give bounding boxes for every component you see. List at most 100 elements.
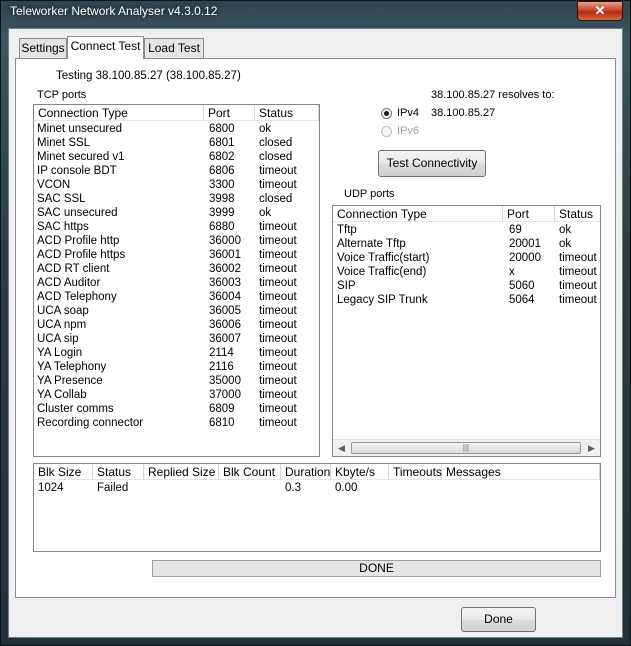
udp-cell-connection-type: Voice Traffic(start) <box>337 252 430 264</box>
tcp-row[interactable]: ACD Profile https 36001 timeout <box>34 248 319 262</box>
tcp-row[interactable]: YA Presence 35000 timeout <box>34 374 319 388</box>
results-header-messages[interactable]: Messages <box>442 464 600 480</box>
testing-label: Testing 38.100.85.27 (38.100.85.27) <box>56 70 241 82</box>
tcp-row[interactable]: YA Login 2114 timeout <box>34 346 319 360</box>
tcp-cell-port: 6809 <box>209 403 235 415</box>
udp-horizontal-scrollbar[interactable]: ◀ ||| ▶ <box>333 439 600 456</box>
udp-header-port[interactable]: Port <box>503 206 555 222</box>
tcp-cell-port: 37000 <box>209 389 241 401</box>
tcp-row[interactable]: ACD RT client 36002 timeout <box>34 262 319 276</box>
tcp-cell-connection-type: YA Login <box>37 347 83 359</box>
udp-row[interactable]: SIP 5060 timeout <box>333 279 600 293</box>
window-title: Teleworker Network Analyser v4.3.0.12 <box>10 4 218 18</box>
ipv4-radio[interactable] <box>381 108 392 119</box>
tcp-cell-connection-type: IP console BDT <box>37 165 117 177</box>
results-header-kbyte-s[interactable]: Kbyte/s <box>331 464 389 480</box>
tcp-row[interactable]: Minet unsecured 6800 ok <box>34 122 319 136</box>
tcp-cell-status: ok <box>259 123 272 135</box>
udp-row[interactable]: Voice Traffic(start) 20000 timeout <box>333 251 600 265</box>
tcp-cell-status: timeout <box>259 165 297 177</box>
tcp-cell-connection-type: SAC https <box>37 221 89 233</box>
tcp-cell-connection-type: YA Presence <box>37 375 103 387</box>
tcp-cell-status: timeout <box>259 305 297 317</box>
tcp-row[interactable]: SAC SSL 3998 closed <box>34 192 319 206</box>
tcp-row[interactable]: SAC unsecured 3999 ok <box>34 206 319 220</box>
tcp-cell-port: 3998 <box>209 193 235 205</box>
tcp-header-connection-type[interactable]: Connection Type <box>34 105 204 121</box>
tcp-ports-list[interactable]: Connection Type Port Status Minet unsecu… <box>33 104 320 457</box>
close-button[interactable]: ✕ <box>577 1 623 21</box>
tcp-cell-port: 3999 <box>209 207 235 219</box>
tcp-cell-status: timeout <box>259 361 297 373</box>
results-header-blk-size[interactable]: Blk Size <box>34 464 93 480</box>
udp-row[interactable]: Alternate Tftp 20001 ok <box>333 237 600 251</box>
scroll-right-icon[interactable]: ▶ <box>583 440 600 456</box>
tcp-header-status[interactable]: Status <box>255 105 319 121</box>
udp-header-status[interactable]: Status <box>555 206 600 222</box>
tcp-row[interactable]: Minet secured v1 6802 closed <box>34 150 319 164</box>
tcp-cell-connection-type: Minet unsecured <box>37 123 123 135</box>
udp-row[interactable]: Tftp 69 ok <box>333 223 600 237</box>
results-header-status[interactable]: Status <box>93 464 144 480</box>
tcp-row[interactable]: IP console BDT 6806 timeout <box>34 164 319 178</box>
udp-cell-status: ok <box>559 224 572 236</box>
results-cell-duration: 0.3 <box>285 482 301 494</box>
tcp-row[interactable]: YA Collab 37000 timeout <box>34 388 319 402</box>
tcp-cell-connection-type: SAC SSL <box>37 193 86 205</box>
results-header-timeouts[interactable]: Timeouts <box>389 464 442 480</box>
tcp-row[interactable]: ACD Telephony 36004 timeout <box>34 290 319 304</box>
tab-connect-test[interactable]: Connect Test <box>67 36 144 59</box>
tcp-cell-port: 35000 <box>209 375 241 387</box>
tcp-cell-port: 36003 <box>209 277 241 289</box>
tab-load-test[interactable]: Load Test <box>144 38 204 58</box>
scroll-thumb[interactable]: ||| <box>351 442 581 454</box>
ipv4-address: 38.100.85.27 <box>431 107 496 119</box>
tcp-cell-connection-type: YA Collab <box>37 389 87 401</box>
tcp-row[interactable]: YA Telephony 2116 timeout <box>34 360 319 374</box>
tcp-row[interactable]: UCA npm 36006 timeout <box>34 318 319 332</box>
done-button[interactable]: Done <box>461 607 536 632</box>
udp-cell-status: timeout <box>559 294 597 306</box>
results-cell-status: Failed <box>97 482 129 494</box>
tcp-row[interactable]: UCA soap 36005 timeout <box>34 304 319 318</box>
tcp-cell-connection-type: UCA soap <box>37 305 89 317</box>
udp-cell-port: 20001 <box>509 238 541 250</box>
tcp-row[interactable]: VCON 3300 timeout <box>34 178 319 192</box>
tcp-cell-port: 6810 <box>209 417 235 429</box>
tcp-row[interactable]: UCA sip 36007 timeout <box>34 332 319 346</box>
tcp-cell-status: timeout <box>259 375 297 387</box>
results-header-replied-size[interactable]: Replied Size <box>144 464 219 480</box>
udp-cell-port: x <box>509 266 515 278</box>
load-results-list[interactable]: Blk Size Status Replied Size Blk Count Durat… <box>33 463 601 552</box>
ipv6-radio[interactable] <box>381 126 392 137</box>
tcp-cell-port: 6802 <box>209 151 235 163</box>
tcp-row[interactable]: Minet SSL 6801 closed <box>34 136 319 150</box>
tcp-cell-connection-type: ACD Auditor <box>37 277 101 289</box>
results-header-blk-count[interactable]: Blk Count <box>219 464 281 480</box>
tcp-row[interactable]: Recording connector 6810 timeout <box>34 416 319 430</box>
tcp-row[interactable]: Cluster comms 6809 timeout <box>34 402 319 416</box>
udp-cell-status: timeout <box>559 280 597 292</box>
tcp-row[interactable]: ACD Profile http 36000 timeout <box>34 234 319 248</box>
results-header-duration[interactable]: Duration <box>281 464 331 480</box>
tab-settings[interactable]: Settings <box>19 38 67 58</box>
tcp-row[interactable]: ACD Auditor 36003 timeout <box>34 276 319 290</box>
udp-row[interactable]: Voice Traffic(end) x timeout <box>333 265 600 279</box>
udp-row[interactable]: Legacy SIP Trunk 5064 timeout <box>333 293 600 307</box>
tcp-cell-status: timeout <box>259 319 297 331</box>
results-row[interactable]: 1024 Failed 0.3 0.00 <box>34 481 600 495</box>
tcp-cell-port: 2116 <box>209 361 234 373</box>
tcp-header-port[interactable]: Port <box>204 105 255 121</box>
tcp-cell-port: 36001 <box>209 249 241 261</box>
udp-ports-list[interactable]: Connection Type Port Status Tftp 69 ok Alte… <box>332 205 601 457</box>
test-connectivity-button[interactable]: Test Connectivity <box>378 150 486 177</box>
tcp-cell-status: closed <box>259 137 293 149</box>
udp-cell-port: 5064 <box>509 294 535 306</box>
scroll-left-icon[interactable]: ◀ <box>333 440 350 456</box>
tcp-row[interactable]: SAC https 6880 timeout <box>34 220 319 234</box>
tcp-cell-connection-type: VCON <box>37 179 71 191</box>
status-progress-bar: DONE <box>152 560 601 577</box>
tcp-cell-status: timeout <box>259 333 297 345</box>
tcp-cell-port: 6800 <box>209 123 235 135</box>
udp-header-connection-type[interactable]: Connection Type <box>333 206 503 222</box>
